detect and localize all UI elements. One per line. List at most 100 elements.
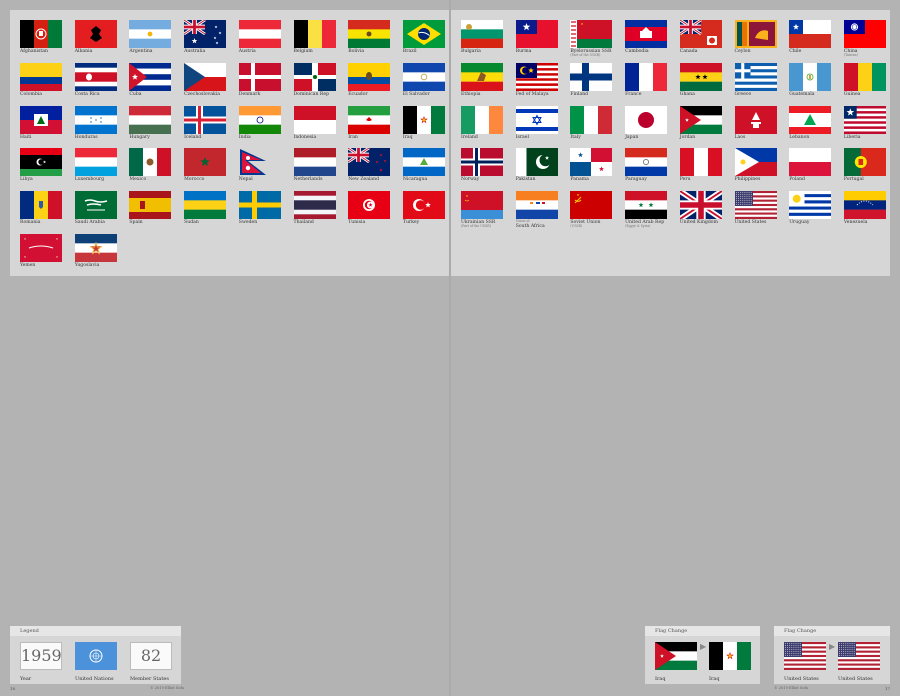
flag-dominican <box>293 62 336 91</box>
country-label: Burma <box>516 49 572 54</box>
flag-change-us-from-label: United States <box>784 676 819 682</box>
flag-bulgaria <box>461 20 503 48</box>
flag-byelorussia <box>570 20 613 48</box>
flag-ethiopia <box>461 62 503 91</box>
flag-ireland <box>461 105 503 134</box>
flag-italy <box>570 105 613 134</box>
flag-cell-uar: United Arab Rep (Egypt & Syria) <box>625 191 679 234</box>
country-label: Cuba <box>129 92 185 97</box>
flag-cell-lebanon: Lebanon <box>789 105 843 149</box>
country-label: Mexico <box>129 177 185 182</box>
flag-cell-chile: Chile <box>789 20 843 63</box>
country-label: Iceland <box>184 135 240 140</box>
country-name: Liberia <box>843 134 861 140</box>
flag-cell-uruguay: Uruguay <box>789 191 843 234</box>
flag-peru <box>679 148 722 177</box>
flag-cell-uk: United Kingdom <box>679 191 736 234</box>
country-label: Japan <box>625 135 681 140</box>
flag-cell-france: France <box>625 62 679 106</box>
flag-cell-ussr: Soviet Union (USSR) <box>570 191 624 234</box>
flag-japan <box>625 105 668 134</box>
flag-cell-turkey: Turkey <box>402 191 457 234</box>
flag-cell-india: India <box>238 105 295 149</box>
country-name: Cuba <box>129 91 142 97</box>
flag-cell-malaya: Fed of Malaya <box>515 62 570 106</box>
flag-greece <box>734 62 777 91</box>
flag-cell-albania: Albania <box>74 20 129 63</box>
flag-cell-southafrica: Union of South Africa <box>515 191 570 234</box>
flag-iraq-old <box>655 642 697 671</box>
flag-haiti <box>20 105 62 134</box>
flag-cell-belgium: Belgium <box>293 20 348 63</box>
country-name: Tunisia <box>348 220 366 226</box>
country-name: Sudan <box>184 220 199 226</box>
flag-cell-spain: Spain <box>129 191 183 234</box>
flag-cell-netherlands: Netherlands <box>293 148 350 191</box>
flag-cell-czechoslovakia: Czechoslovakia <box>184 62 238 106</box>
country-name: Colombia <box>20 91 43 97</box>
flag-cell-peru: Peru <box>679 148 734 191</box>
flag-cell-china: China (Taiwan) <box>843 20 898 63</box>
country-note: (Part of the USSR) <box>461 224 491 229</box>
flag-iran <box>348 105 391 134</box>
country-label: Argentina <box>129 49 185 54</box>
country-label: Denmark <box>239 92 295 97</box>
flag-cell-guatemala: Guatemala <box>789 62 843 106</box>
country-name: Haiti <box>20 134 32 140</box>
country-name: Australia <box>184 49 206 54</box>
country-label: Austria <box>239 49 295 54</box>
country-name: Costa Rica <box>74 91 100 97</box>
flag-iraq <box>402 105 445 134</box>
flag-turkey <box>402 191 445 220</box>
flag-iraq-new <box>709 642 752 670</box>
flag-cell-finland: Finland <box>570 62 626 106</box>
country-name: Fed of Malaya <box>515 91 549 97</box>
flag-norway <box>461 148 503 177</box>
country-label: United Arab Rep (Egypt & Syria) <box>625 220 681 229</box>
country-label: Canada <box>680 49 736 54</box>
country-label: India <box>239 135 295 140</box>
flag-paraguay <box>625 148 668 177</box>
legend-member-label: Member States <box>130 676 169 682</box>
flag-france <box>625 62 668 91</box>
country-name: Indonesia <box>293 134 317 140</box>
country-name: Norway <box>461 177 480 183</box>
country-label: Luxembourg <box>75 177 131 182</box>
country-name: Italy <box>570 134 581 140</box>
country-label: New Zealand <box>348 177 404 182</box>
flag-cell-israel: Israel <box>515 105 570 149</box>
country-label: United Kingdom <box>680 220 736 225</box>
flag-cell-jordan: Jordan <box>679 105 734 149</box>
country-name: Jordan <box>679 134 696 140</box>
country-name: Israel <box>515 134 529 140</box>
flag-albania <box>74 20 117 48</box>
flag-cell-newzealand: New Zealand <box>348 148 402 191</box>
flag-elsalvador <box>402 62 445 91</box>
country-label: Netherlands <box>294 177 350 182</box>
flag-laos <box>734 105 777 134</box>
country-label: Finland <box>570 92 626 97</box>
country-name: Iceland <box>184 134 202 140</box>
flag-india <box>238 105 281 134</box>
country-note: (Egypt & Syria) <box>625 224 651 229</box>
flag-cell-greece: Greece <box>734 62 789 106</box>
country-label: Dominican Rep <box>294 92 350 97</box>
flag-cell-ethiopia: Ethiopia <box>461 62 515 106</box>
legend-year: 1959 Year <box>20 642 62 682</box>
flag-bolivia <box>348 20 391 48</box>
flag-change-iraq-box: Flag Change Iraq ▶ Iraq <box>645 626 760 684</box>
country-label: Honduras <box>75 135 131 140</box>
flag-ghana <box>679 62 722 91</box>
country-label: Romania <box>20 220 76 225</box>
flag-iceland <box>184 105 227 134</box>
flag-luxembourg <box>74 148 117 177</box>
flag-guinea <box>843 62 886 91</box>
flag-cell-panama: Panama <box>570 148 624 191</box>
country-name: Yemen <box>20 263 36 268</box>
flag-cell-nepal: Nepal <box>238 148 293 191</box>
country-name: Ecuador <box>348 91 368 97</box>
country-note: (Taiwan) <box>843 53 858 58</box>
flag-liberia <box>843 105 886 134</box>
flag-philippines <box>734 148 777 177</box>
country-label: Bulgaria <box>461 49 517 54</box>
